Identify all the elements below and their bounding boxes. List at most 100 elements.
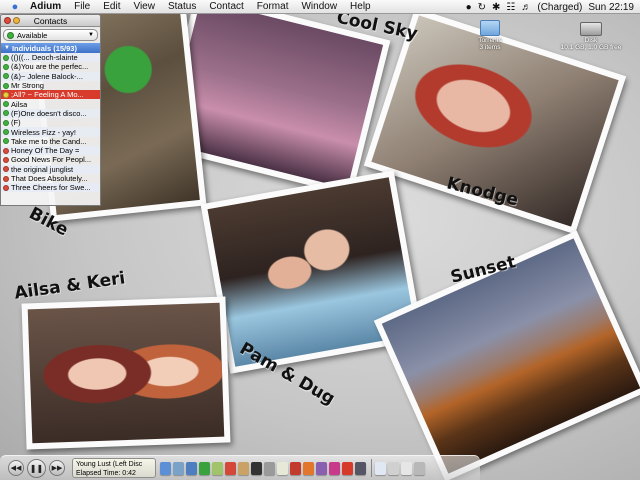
contact-row[interactable]: Good News For Peopl... (1, 155, 100, 164)
contact-row[interactable]: (()((... Deoch-slainte (1, 53, 100, 63)
address-book-icon[interactable] (238, 461, 249, 475)
battery-status[interactable]: (Charged) (537, 2, 582, 13)
contact-name: Take me to the Cand... (11, 136, 87, 146)
caption-ailsa-keri: Ailsa & Keri (13, 268, 127, 304)
desktop-icon-disk[interactable]: Disk 10.1 GB, 1.0 GB free (553, 22, 629, 51)
contact-status-icon (3, 184, 9, 191)
app-icon[interactable] (355, 461, 366, 475)
menu-adium[interactable]: Adium (30, 1, 61, 12)
close-button[interactable] (4, 17, 11, 24)
app-icon[interactable] (342, 461, 353, 475)
app-icon[interactable] (290, 461, 301, 475)
status-selector-value: Available (17, 30, 48, 40)
contact-name: That Does Absolutely... (11, 174, 88, 183)
document-icon[interactable] (401, 461, 412, 475)
apple-icon[interactable]: ● (8, 1, 22, 13)
pause-icon[interactable]: ❚❚ (27, 458, 46, 478)
contact-row[interactable]: (&)You are the perfec... (1, 62, 100, 71)
trash-icon[interactable] (414, 461, 425, 475)
contact-status-icon (3, 82, 9, 89)
contact-list-titlebar[interactable]: Contacts (1, 15, 100, 27)
contact-status-icon (3, 156, 9, 163)
contact-status-icon (3, 73, 9, 80)
contact-name: the original junglist (11, 164, 74, 174)
contact-row[interactable]: (F)One doesn't disco... (1, 108, 100, 119)
contact-status-icon (3, 119, 9, 126)
app-icon[interactable] (329, 461, 340, 475)
contact-row[interactable]: ;All? ~ Feeling A Mo... (1, 90, 100, 100)
desktop-icon-label: Disk (584, 37, 598, 44)
menu-clock[interactable]: Sun 22:19 (588, 2, 634, 13)
ical-icon[interactable] (225, 461, 236, 475)
disclosure-triangle-icon: ▼ (4, 45, 10, 51)
contact-row[interactable]: Take me to the Cand... (1, 137, 100, 146)
menu-format[interactable]: Format (257, 1, 289, 12)
contact-row[interactable]: Honey Of The Day = (1, 145, 100, 156)
dock: ◀◀ ❚❚ ▶▶ Young Lust (Left Disc Elapsed T… (0, 455, 480, 480)
contact-row[interactable]: Ailsa (1, 99, 100, 109)
now-playing-display[interactable]: Young Lust (Left Disc Elapsed Time: 0:42 (72, 458, 156, 478)
contact-status-icon (3, 63, 9, 70)
terminal-icon[interactable] (251, 461, 262, 475)
desktop-icon-torrents[interactable]: Torrents 3 items (470, 20, 510, 51)
contact-row[interactable]: (&)~ Jolene Balock-... (1, 71, 100, 81)
menu-contact[interactable]: Contact (209, 1, 243, 12)
itunes-icon[interactable] (212, 461, 223, 475)
dock-separator (371, 459, 372, 477)
now-playing-elapsed: Elapsed Time: 0:42 (76, 470, 136, 477)
contact-name: Good News For Peopl... (11, 155, 92, 165)
contact-row[interactable]: the original junglist (1, 164, 100, 174)
fast-forward-icon[interactable]: ▶▶ (49, 460, 65, 476)
bluetooth-icon[interactable]: ✱ (492, 2, 500, 13)
contact-name: Ailsa (11, 99, 28, 109)
contact-list-title: Contacts (33, 16, 68, 26)
contact-list-window[interactable]: Contacts Available ▼ ▼ Individuals (15/9… (0, 14, 101, 206)
contact-row[interactable]: (F) (1, 118, 100, 127)
document-icon[interactable] (375, 461, 386, 475)
contact-status-icon (3, 91, 9, 98)
desktop-icon-sublabel: 3 items (479, 44, 501, 51)
rewind-icon[interactable]: ◀◀ (8, 460, 24, 476)
contact-row[interactable]: Three Cheers for Swe... (1, 183, 100, 193)
hard-disk-icon (580, 22, 602, 36)
menu-view[interactable]: View (133, 1, 155, 12)
wifi-icon[interactable]: ☷ (506, 2, 515, 13)
menu-file[interactable]: File (74, 1, 90, 12)
contact-status-icon (3, 110, 9, 117)
contact-name: Three Cheers for Swe... (11, 183, 91, 193)
contact-row[interactable]: Mr Strong (1, 81, 100, 90)
contact-group-label: Individuals (15/93) (11, 43, 77, 53)
app-icon[interactable] (316, 461, 327, 475)
contact-name: ;All? ~ Feeling A Mo... (11, 90, 84, 100)
contact-status-icon (3, 166, 9, 173)
menu-window[interactable]: Window (301, 1, 337, 12)
system-preferences-icon[interactable] (264, 461, 275, 475)
finder-icon[interactable] (160, 461, 171, 475)
sync-icon[interactable]: ↻ (478, 2, 486, 13)
photo-ailsa-keri-image (27, 302, 225, 444)
minimize-button[interactable] (13, 17, 20, 24)
contact-group-individuals[interactable]: ▼ Individuals (15/93) (1, 43, 100, 53)
menu-bar: ● Adium File Edit View Status Contact Fo… (0, 0, 640, 14)
contact-row[interactable]: That Does Absolutely... (1, 174, 100, 183)
firefox-icon[interactable] (303, 461, 314, 475)
document-icon[interactable] (388, 461, 399, 475)
contact-row[interactable]: Wireless Fizz - yay! (1, 127, 100, 137)
contact-name: (()((... Deoch-slainte (11, 53, 78, 63)
contact-status-icon (3, 147, 9, 154)
safari-icon[interactable] (186, 461, 197, 475)
status-selector[interactable]: Available ▼ (3, 29, 98, 41)
adium-icon[interactable] (199, 461, 210, 475)
adium-duck-icon[interactable]: ● (466, 2, 472, 13)
menu-help[interactable]: Help (350, 1, 371, 12)
menu-status[interactable]: Status (168, 1, 196, 12)
textedit-icon[interactable] (277, 461, 288, 475)
menu-edit[interactable]: Edit (103, 1, 120, 12)
contact-name: Mr Strong (11, 81, 44, 91)
photo-ailsa-keri[interactable] (21, 296, 231, 450)
contact-name: (F)One doesn't disco... (11, 108, 87, 118)
contact-name: (&)You are the perfec... (11, 62, 89, 72)
volume-icon[interactable]: ♬ (521, 2, 531, 13)
contact-name: Honey Of The Day = (11, 146, 80, 156)
mail-icon[interactable] (173, 461, 184, 475)
